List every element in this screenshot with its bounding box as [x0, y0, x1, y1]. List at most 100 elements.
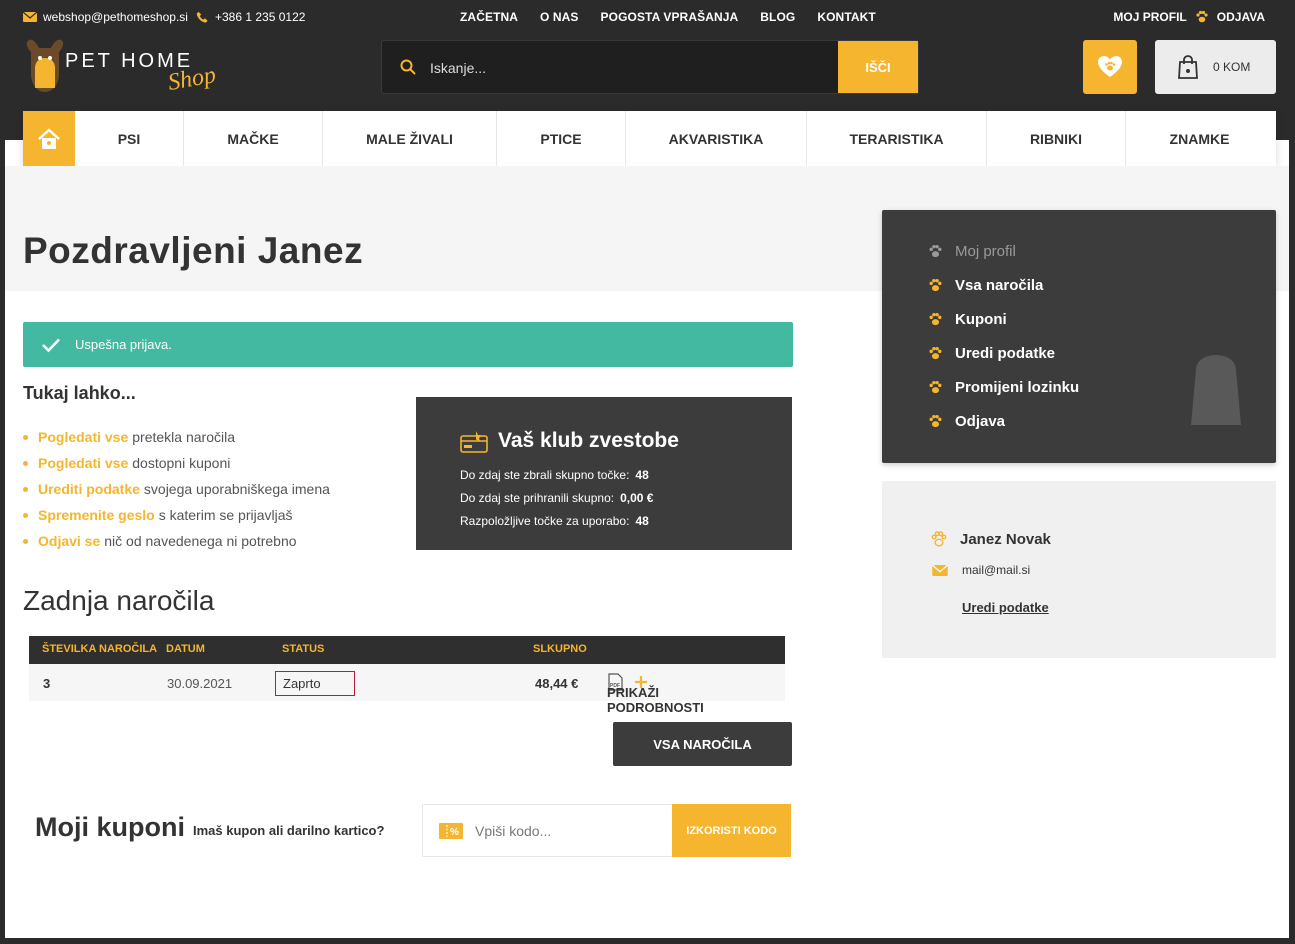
logout-link[interactable]: Odjavi se [38, 533, 100, 549]
paw-outline-icon [931, 531, 947, 547]
user-email: mail@mail.si [962, 563, 1031, 577]
sidebar-item-profile[interactable]: Moj profil [928, 243, 1016, 260]
col-total: SLKUPNO [533, 643, 587, 655]
paw-icon [929, 346, 942, 360]
order-date: 30.09.2021 [167, 676, 233, 691]
paw-icon [929, 244, 942, 258]
order-details-link[interactable]: PDF PRIKAŽI PODROBNOSTI [607, 673, 704, 715]
col-order-number: ŠTEVILKA NAROČILA [42, 643, 158, 655]
club-row-available: Razpoložljive točke za uporabo: 48 [460, 514, 649, 528]
search-bar: IŠČI [381, 40, 919, 94]
nav-blog[interactable]: BLOG [760, 10, 795, 24]
view-coupons-link[interactable]: Pogledati vse [38, 455, 128, 471]
sidebar-item-coupons[interactable]: Kuponi [928, 311, 1007, 328]
nav-about[interactable]: O NAS [540, 10, 579, 24]
coupon-code-input[interactable] [475, 817, 665, 845]
orders-table: ŠTEVILKA NAROČILA DATUM STATUS SLKUPNO 3… [29, 636, 785, 715]
profile-link[interactable]: MOJ PROFIL [1113, 10, 1186, 24]
search-input[interactable] [430, 53, 830, 83]
category-terraristics[interactable]: TERARISTIKA [807, 111, 987, 166]
page-frame: webshop@pethomeshop.si +386 1 235 0122 Z… [5, 0, 1289, 938]
edit-data-link[interactable]: Urediti podatke [38, 481, 140, 497]
edit-data-link[interactable]: Uredi podatke [962, 600, 1049, 615]
list-item: Pogledati vse pretekla naročila [23, 424, 330, 450]
top-nav: ZAČETNA O NAS POGOSTA VPRAŠANJA BLOG KON… [460, 10, 898, 24]
user-name: Janez Novak [960, 531, 1051, 548]
alert-message: Uspešna prijava. [75, 337, 172, 352]
category-cats[interactable]: MAČKE [184, 111, 323, 166]
phone-contact[interactable]: +386 1 235 0122 [195, 10, 305, 24]
top-bar: webshop@pethomeshop.si +386 1 235 0122 Z… [5, 0, 1289, 34]
dog-logo-icon [26, 39, 64, 92]
order-total: 48,44 € [535, 676, 579, 691]
recent-orders-title: Zadnja naročila [23, 585, 215, 616]
order-status: Zaprto [275, 671, 355, 696]
coupon-form: % IZKORISTI KODO [422, 804, 791, 857]
sidebar-item-label: Kuponi [955, 311, 1007, 328]
category-nav: PSI MAČKE MALE ŽIVALI PTICE AKVARISTIKA … [23, 111, 1276, 166]
sidebar-item-all-orders[interactable]: Vsa naročila [928, 277, 1043, 294]
coupons-subtitle: Imaš kupon ali darilno kartico? [193, 823, 385, 838]
sidebar-item-logout[interactable]: Odjava [928, 413, 1005, 430]
loyalty-card-icon [460, 431, 488, 453]
site-logo[interactable]: PET HOME Shop [23, 36, 243, 102]
sidebar-item-change-password[interactable]: Promijeni lozinku [928, 379, 1079, 396]
category-aquaristics[interactable]: AKVARISTIKA [626, 111, 807, 166]
paw-icon [929, 414, 942, 428]
table-row: 3 30.09.2021 Zaprto 48,44 € PDF PRIKAŽI … [29, 664, 785, 715]
wishlist-button[interactable] [1083, 40, 1137, 94]
search-button[interactable]: IŠČI [838, 41, 918, 93]
paw-icon [929, 278, 942, 292]
home-button[interactable] [23, 111, 75, 166]
club-title: Vaš klub zvestobe [498, 429, 679, 452]
shopping-bag-icon [1178, 55, 1198, 79]
club-row-saved: Do zdaj ste prihranili skupno: 0,00 € [460, 491, 654, 505]
heart-paw-icon [1098, 56, 1122, 77]
logout-link[interactable]: ODJAVA [1217, 10, 1265, 24]
paw-icon [1196, 10, 1208, 23]
success-alert: Uspešna prijava. [23, 322, 793, 367]
sidebar-item-edit-data[interactable]: Uredi podatke [928, 345, 1055, 362]
intro-list: Pogledati vse pretekla naročila Pogledati… [23, 424, 330, 554]
sidebar-item-label: Odjava [955, 413, 1006, 430]
svg-text:%: % [450, 827, 459, 838]
sidebar-item-label: Vsa naročila [955, 277, 1044, 294]
account-links: MOJ PROFIL ODJAVA [1113, 10, 1265, 24]
category-birds[interactable]: PTICE [497, 111, 626, 166]
change-password-link[interactable]: Spremenite geslo [38, 507, 155, 523]
checkmark-icon [42, 338, 60, 352]
profile-sidebar: Moj profil Vsa naročila Kuponi Uredi pod… [882, 210, 1276, 463]
order-number: 3 [43, 676, 51, 691]
loyalty-club-panel: Vaš klub zvestobe Do zdaj ste zbrali sku… [416, 397, 792, 550]
redeem-code-button[interactable]: IZKORISTI KODO [672, 804, 791, 857]
category-small-animals[interactable]: MALE ŽIVALI [323, 111, 497, 166]
nav-home[interactable]: ZAČETNA [460, 10, 518, 24]
category-dogs[interactable]: PSI [75, 111, 184, 166]
list-item: Spremenite geslo s katerim se prijavljaš [23, 502, 330, 528]
view-orders-link[interactable]: Pogledati vse [38, 429, 128, 445]
intro-title: Tukaj lahko... [23, 383, 136, 403]
envelope-icon [23, 11, 37, 22]
user-name-row: Janez Novak [930, 531, 1051, 548]
all-orders-button[interactable]: VSA NAROČILA [613, 722, 792, 766]
col-date: DATUM [166, 643, 205, 655]
email-contact[interactable]: webshop@pethomeshop.si [23, 10, 188, 24]
coupon-icon: % [439, 823, 463, 839]
details-label: PRIKAŽI PODROBNOSTI [607, 685, 704, 715]
paw-icon [929, 312, 942, 326]
user-card: Janez Novak mail@mail.si Uredi podatke [882, 481, 1276, 658]
cart-button[interactable]: 0 KOM [1155, 40, 1276, 94]
club-title-row: Vaš klub zvestobe [460, 429, 679, 453]
sidebar-item-label: Promijeni lozinku [955, 379, 1080, 396]
dog-cat-silhouette-icon [1191, 355, 1241, 425]
club-row-points: Do zdaj ste zbrali skupno točke: 48 [460, 468, 649, 482]
category-brands[interactable]: ZNAMKE [1126, 111, 1273, 166]
sidebar-item-label: Moj profil [955, 243, 1016, 260]
cart-count: 0 KOM [1213, 60, 1251, 74]
col-status: STATUS [282, 643, 325, 655]
nav-contact[interactable]: KONTAKT [817, 10, 875, 24]
search-icon [400, 59, 416, 75]
home-icon [38, 127, 60, 149]
category-ponds[interactable]: RIBNIKI [987, 111, 1126, 166]
nav-faq[interactable]: POGOSTA VPRAŠANJA [601, 10, 739, 24]
